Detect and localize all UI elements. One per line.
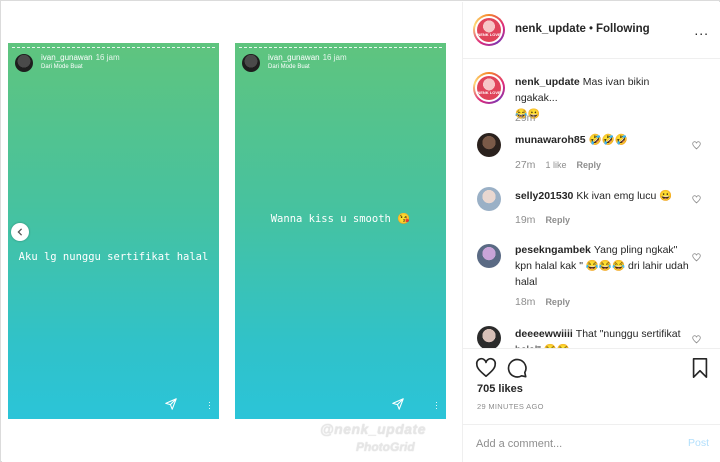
story-username: ivan_gunawan 16 jam: [268, 53, 347, 62]
story-username-text: ivan_gunawan: [268, 53, 320, 62]
story-avatar: [242, 54, 260, 72]
comment-username[interactable]: selly201530: [515, 190, 573, 202]
post-media: ivan_gunawan 16 jam Dari Mode Buat Aku lg…: [2, 2, 462, 462]
story-progress-bar: [12, 47, 215, 48]
comment-time[interactable]: 27m: [515, 159, 535, 171]
comment-username[interactable]: pesekngambek: [515, 244, 591, 256]
commenter-avatar[interactable]: [477, 326, 501, 348]
header-avatar[interactable]: NENK LOVE: [473, 14, 505, 46]
comment-text: selly201530 Kk ivan emg lucu 😀: [515, 188, 691, 204]
comment-text: munawaroh85 🤣🤣🤣: [515, 132, 691, 148]
story-screenshot-1: ivan_gunawan 16 jam Dari Mode Buat Aku lg…: [8, 43, 219, 419]
heart-icon[interactable]: [692, 195, 701, 204]
comments-list[interactable]: NENK LOVE nenk_update Mas ivan bikin ngak…: [463, 60, 720, 348]
heart-icon[interactable]: [692, 141, 701, 150]
watermark-text: @nenk_update: [320, 421, 427, 437]
caption-username[interactable]: nenk_update: [515, 76, 580, 88]
story-progress-bar: [239, 47, 442, 48]
story-caption: Aku lg nunggu sertifikat halal: [18, 251, 209, 263]
caption-meta: 29m: [515, 112, 545, 124]
caption-time[interactable]: 29m: [515, 112, 535, 124]
comment-bubble-icon[interactable]: [506, 357, 528, 379]
comment-body: 🤣🤣🤣: [588, 134, 628, 146]
story-time: 16 jam: [322, 53, 347, 62]
comment-meta: 18m Reply: [515, 296, 580, 308]
likes-count[interactable]: 705 likes: [477, 383, 523, 395]
heart-icon[interactable]: [692, 253, 701, 262]
more-options-icon: · · ·: [435, 397, 438, 413]
header-username[interactable]: nenk_update: [515, 23, 586, 35]
post-sidebar: NENK LOVE nenk_update • Following ... NENK…: [462, 2, 720, 462]
header-user: nenk_update • Following: [515, 23, 650, 35]
post-header: NENK LOVE nenk_update • Following ...: [463, 2, 720, 59]
story-subtitle: Dari Mode Buat: [41, 64, 83, 70]
comment-input[interactable]: [476, 436, 676, 452]
chevron-left-icon: [17, 228, 23, 236]
instagram-post-window: ivan_gunawan 16 jam Dari Mode Buat Aku lg…: [0, 0, 720, 462]
comment-time[interactable]: 19m: [515, 214, 535, 226]
send-icon: [392, 398, 404, 410]
previous-slide-button[interactable]: [11, 223, 29, 241]
commenter-avatar[interactable]: [477, 187, 501, 211]
comment-meta: 27m 1 like Reply: [515, 159, 611, 171]
post-actions: 705 likes 29 MINUTES AGO: [463, 348, 720, 418]
post-timestamp[interactable]: 29 MINUTES AGO: [477, 402, 544, 411]
heart-icon[interactable]: [692, 335, 701, 344]
reply-button[interactable]: Reply: [576, 160, 601, 170]
bookmark-icon[interactable]: [691, 357, 709, 379]
story-subtitle: Dari Mode Buat: [268, 64, 310, 70]
more-options-button[interactable]: ...: [694, 22, 709, 38]
comment-username[interactable]: deeeewwiiii: [515, 328, 573, 340]
commenter-avatar[interactable]: [477, 244, 501, 268]
comment-meta: 19m Reply: [515, 214, 580, 226]
story-caption: Wanna kiss u smooth 😘: [270, 213, 411, 225]
story-avatar: [15, 54, 33, 72]
comment-username[interactable]: munawaroh85: [515, 134, 586, 146]
story-username: ivan_gunawan 16 jam: [41, 53, 120, 62]
reply-button[interactable]: Reply: [545, 297, 570, 307]
separator-dot: •: [588, 23, 593, 35]
comment-body: Kk ivan emg lucu 😀: [576, 190, 673, 202]
commenter-avatar[interactable]: [477, 133, 501, 157]
watermark-logo: PhotoGrid: [356, 440, 415, 454]
following-button[interactable]: Following: [596, 23, 650, 35]
comment-text: pesekngambek Yang pling ngkak" kpn halal …: [515, 242, 691, 290]
like-heart-icon[interactable]: [475, 357, 497, 379]
send-icon: [165, 398, 177, 410]
comment-likes[interactable]: 1 like: [545, 160, 566, 170]
comment-time[interactable]: 18m: [515, 296, 535, 308]
add-comment-bar: Post: [463, 424, 720, 462]
story-username-text: ivan_gunawan: [41, 53, 93, 62]
story-screenshot-2: ivan_gunawan 16 jam Dari Mode Buat Wanna …: [235, 43, 446, 419]
reply-button[interactable]: Reply: [545, 215, 570, 225]
comment-text: deeeewwiiiiThat "nunggu sertifikat halal…: [515, 326, 691, 348]
more-options-icon: · · ·: [208, 397, 211, 413]
avatar-label: NENK LOVE: [477, 89, 501, 95]
avatar-label: NENK LOVE: [477, 31, 501, 37]
story-time: 16 jam: [95, 53, 120, 62]
caption-avatar[interactable]: NENK LOVE: [473, 72, 505, 104]
post-comment-button[interactable]: Post: [688, 437, 709, 449]
